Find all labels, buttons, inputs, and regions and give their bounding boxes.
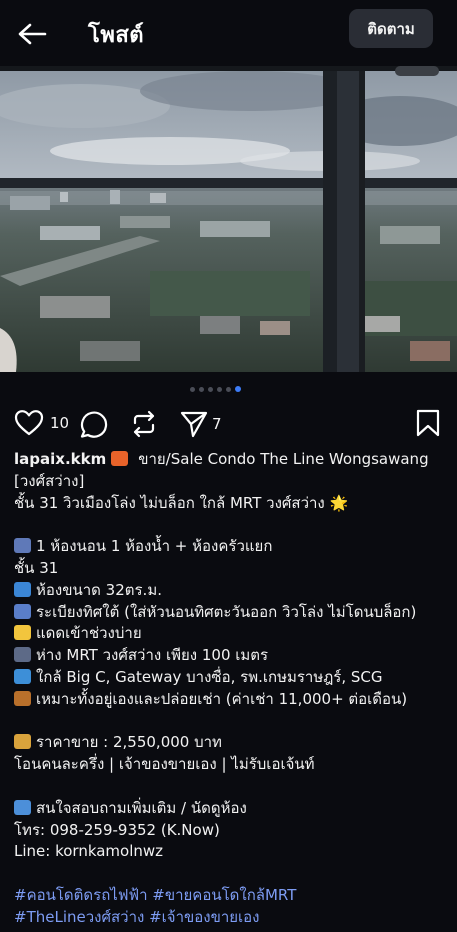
caption-line: เหมาะทั้งอยู่เองและปล่อยเช่า (ค่าเช่า 11… xyxy=(14,689,446,711)
page-title: โพสต์ xyxy=(88,23,145,48)
caption-line: แดดเข้าช่วงบ่าย xyxy=(14,623,446,645)
like-button[interactable]: 10 xyxy=(14,409,69,437)
hashtag-line: #คอนโดติดรถไฟฟ้า #ขายคอนโดใกล้MRT xyxy=(14,885,446,907)
caption-text: ใกล้ Big C, Gateway บางซื่อ, รพ.เกษมราษฎ… xyxy=(36,667,383,686)
caption-text: ชั้น 31 xyxy=(14,558,59,577)
caption-text: โทร: 098-259-9352 (K.Now) xyxy=(14,820,220,839)
carousel-indicator xyxy=(190,385,241,393)
caption-line: โอนคนละครึ่ง | เจ้าของขายเอง | ไม่รับเอเ… xyxy=(14,754,446,776)
repost-icon xyxy=(133,410,155,438)
caption-line: สนใจสอบถามเพิ่มเติม / นัดดูห้อง xyxy=(14,798,446,820)
caption-line: โทร: 098-259-9352 (K.Now) xyxy=(14,820,446,842)
caption-line: ชั้น 31 วิวเมืองโล่ง ไม่บล็อก ใกล้ MRT ว… xyxy=(14,493,446,515)
caption-text: [วงศ์สว่าง] xyxy=(14,471,85,490)
metro-emoji xyxy=(14,647,31,663)
shopping-cart-emoji xyxy=(14,668,31,684)
caption-text: ห่าง MRT วงศ์สว่าง เพียง 100 เมตร xyxy=(36,646,269,665)
carousel-dot xyxy=(190,386,195,392)
phone-arrow-emoji xyxy=(14,799,31,815)
caption-text: แดดเข้าช่วงบ่าย xyxy=(36,624,142,643)
like-count: 10 xyxy=(50,414,70,432)
sparkles-emoji xyxy=(14,625,31,641)
follow-button[interactable]: ติดตาม xyxy=(349,9,433,48)
caption-line: ราคาขาย : 2,550,000 บาท xyxy=(14,732,446,754)
caption-line: 1 ห้องนอน 1 ห้องน้ำ + ห้องครัวแยก xyxy=(14,536,446,558)
bed-emoji xyxy=(14,538,31,554)
caption-text: 1 ห้องนอน 1 ห้องน้ำ + ห้องครัวแยก xyxy=(36,537,273,556)
share-count: 7 xyxy=(212,415,222,433)
carousel-dot xyxy=(217,386,222,392)
username-link[interactable]: lapaix.kkm xyxy=(14,450,111,468)
caption-line: lapaix.kkm ขาย/Sale Condo The Line Wongs… xyxy=(14,449,446,471)
share-button[interactable]: 7 xyxy=(179,409,222,439)
caption-text: Line: kornkamolnwz xyxy=(14,842,164,861)
caption-text: เหมาะทั้งอยู่เองและปล่อยเช่า (ค่าเช่า 11… xyxy=(36,689,408,708)
carousel-dot xyxy=(226,386,231,392)
caption-text: ห้องขนาด 32ตร.ม. xyxy=(36,580,162,599)
carousel-dot-active xyxy=(235,386,241,392)
caption-line: ชั้น 31 xyxy=(14,558,446,580)
caption-line: [วงศ์สว่าง] xyxy=(14,471,446,493)
top-bar: โพสต์ ติดตาม xyxy=(0,0,457,66)
hashtag-link[interactable]: #TheLineวงศ์สว่าง #เจ้าของขายเอง xyxy=(14,908,260,926)
comment-button[interactable] xyxy=(79,409,109,439)
comment-icon xyxy=(80,411,108,438)
caption-line: ห้องขนาด 32ตร.ม. xyxy=(14,580,446,602)
money-bag-emoji xyxy=(14,734,31,750)
caption-text: สนใจสอบถามเพิ่มเติม / นัดดูห้อง xyxy=(36,798,247,817)
briefcase-emoji xyxy=(14,690,31,706)
bookmark-icon xyxy=(416,409,440,437)
caption-text: ราคาขาย : 2,550,000 บาท xyxy=(36,733,222,752)
caption-line: Line: kornkamolnwz xyxy=(14,841,446,863)
carousel-dot xyxy=(208,386,213,392)
hashtag-link[interactable]: #คอนโดติดรถไฟฟ้า #ขายคอนโดใกล้MRT xyxy=(14,886,296,904)
repost-button[interactable] xyxy=(129,409,159,439)
post-photo[interactable] xyxy=(0,66,457,372)
city-sunrise-emoji xyxy=(14,603,31,619)
hashtag-line: #TheLineวงศ์สว่าง #เจ้าของขายเอง xyxy=(14,907,446,929)
city-view-image xyxy=(0,66,457,372)
sunset-emoji xyxy=(111,451,129,466)
paper-plane-icon xyxy=(180,411,208,438)
caption-text: ระเบียงทิศใต้ (ใส่หัวนอนทิศตะวันออก วิวโ… xyxy=(36,602,417,621)
caption-text: ชั้น 31 วิวเมืองโล่ง ไม่บล็อก ใกล้ MRT ว… xyxy=(14,493,349,512)
caption-text: ขาย/Sale Condo The Line Wongsawang xyxy=(133,450,429,468)
post-caption: lapaix.kkm ขาย/Sale Condo The Line Wongs… xyxy=(14,449,446,929)
save-button[interactable] xyxy=(414,408,442,438)
caption-line: ห่าง MRT วงศ์สว่าง เพียง 100 เมตร xyxy=(14,645,446,667)
back-button[interactable] xyxy=(14,18,50,50)
carousel-dot xyxy=(199,386,204,392)
caption-line: ระเบียงทิศใต้ (ใส่หัวนอนทิศตะวันออก วิวโ… xyxy=(14,602,446,624)
cityscape-emoji xyxy=(14,581,31,597)
action-bar: 10 7 xyxy=(0,404,457,442)
caption-text: โอนคนละครึ่ง | เจ้าของขายเอง | ไม่รับเอเ… xyxy=(14,755,315,774)
arrow-left-icon xyxy=(18,23,47,45)
caption-line: ใกล้ Big C, Gateway บางซื่อ, รพ.เกษมราษฎ… xyxy=(14,667,446,689)
heart-icon xyxy=(14,410,44,436)
